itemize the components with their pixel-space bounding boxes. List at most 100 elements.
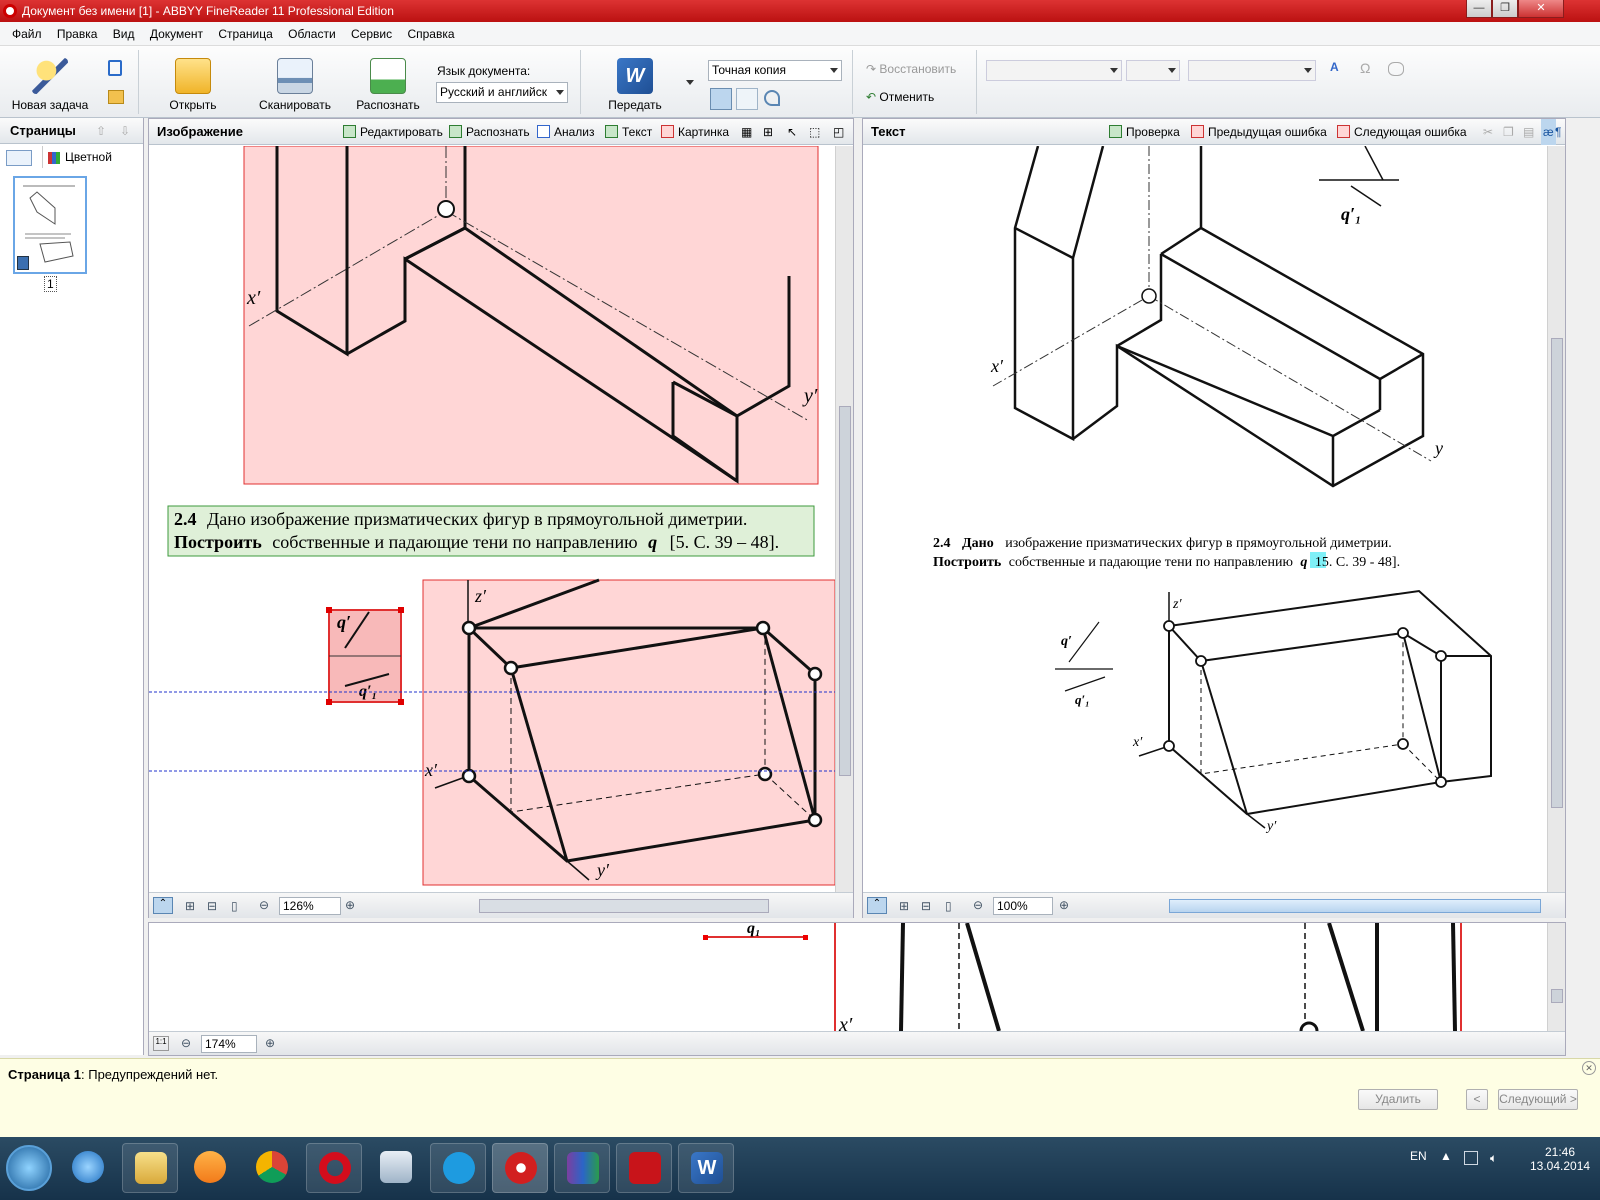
recognize-tool[interactable]: Распознать (449, 119, 530, 145)
grid-icon[interactable]: ⊞ (763, 119, 773, 145)
font-name-select[interactable] (1188, 60, 1316, 81)
taskbar-ie[interactable] (60, 1143, 116, 1193)
zoom-out-icon[interactable]: ⊖ (181, 1036, 191, 1050)
taskbar-explorer[interactable] (122, 1143, 178, 1193)
fit-width-icon[interactable]: ⊟ (921, 899, 931, 913)
folder-small-icon[interactable] (108, 90, 124, 104)
menu-file[interactable]: Файл (6, 22, 48, 46)
page-thumbnail[interactable] (13, 176, 87, 274)
zoom-canvas[interactable]: q₁ x′ (149, 923, 1547, 1031)
doc-language-select[interactable]: Русский и английск (436, 82, 568, 103)
previous-warning-button[interactable]: < (1466, 1089, 1488, 1110)
font-size-select[interactable] (1126, 60, 1180, 81)
taskbar-opera[interactable] (306, 1143, 362, 1193)
fit-page-icon[interactable]: ⊞ (185, 899, 195, 913)
special-char-icon[interactable]: Ω (1360, 60, 1370, 76)
volume-icon[interactable]: 🔈︎ (1490, 1151, 1497, 1166)
zoom-in-icon[interactable]: ⊕ (345, 898, 355, 912)
text-vertical-scrollbar[interactable] (1547, 146, 1565, 892)
taskbar-finereader[interactable] (492, 1143, 548, 1193)
text-color-icon[interactable]: A (1330, 60, 1339, 74)
send-dropdown-icon[interactable] (686, 80, 694, 85)
menu-help[interactable]: Справка (401, 22, 460, 46)
collapse-up-icon[interactable]: ⌃ (867, 897, 887, 914)
abbyy-app-icon[interactable] (3, 4, 17, 18)
maximize-button[interactable]: ❐ (1492, 0, 1518, 18)
scan-button[interactable]: Сканировать (250, 58, 340, 112)
minimize-button[interactable]: — (1466, 0, 1492, 18)
show-hidden-icons[interactable]: ▲ (1440, 1149, 1452, 1163)
text-canvas[interactable]: q′₁ x′ y 2.4 Дано изображение призматиче… (863, 146, 1547, 892)
menu-document[interactable]: Документ (144, 22, 209, 46)
fit-height-icon[interactable]: ▯ (945, 899, 952, 913)
next-error-tool[interactable]: Следующая ошибка (1337, 119, 1467, 145)
taskbar-media-player[interactable] (182, 1143, 238, 1193)
menu-view[interactable]: Вид (107, 22, 141, 46)
text-zoom-select[interactable]: 100% (993, 897, 1053, 915)
select-area-icon[interactable]: ⬚ (809, 119, 820, 145)
new-document-icon[interactable] (108, 60, 122, 76)
text-horizontal-scroll-thumb[interactable] (1169, 899, 1541, 913)
picture-area-tool[interactable]: Картинка (661, 119, 729, 145)
analyze-tool[interactable]: Анализ (537, 119, 595, 145)
taskbar-calculator[interactable] (368, 1143, 424, 1193)
taskbar-acrobat[interactable] (616, 1143, 672, 1193)
zoom-out-icon[interactable]: ⊖ (259, 898, 269, 912)
network-icon[interactable] (1464, 1151, 1478, 1165)
actual-size-icon[interactable]: 1:1 (153, 1036, 169, 1051)
taskbar-winrar[interactable] (554, 1143, 610, 1193)
taskbar-word[interactable]: W (678, 1143, 734, 1193)
page-up-icon[interactable]: ⇧ (96, 118, 106, 144)
keyboard-language[interactable]: EN (1410, 1149, 1427, 1163)
clock[interactable]: 21:46 13.04.2014 (1530, 1145, 1590, 1173)
show-errors-icon[interactable]: æ (1541, 119, 1556, 145)
recognize-button[interactable]: Распознать (352, 58, 424, 112)
open-button[interactable]: Открыть (160, 58, 226, 112)
paste-icon[interactable]: ▤ (1523, 119, 1534, 145)
menu-areas[interactable]: Области (282, 22, 342, 46)
image-horizontal-scroll-thumb[interactable] (479, 899, 769, 913)
options-wrench-icon[interactable] (764, 90, 780, 106)
undo-button[interactable]: ↶ Отменить (866, 90, 934, 104)
menu-tools[interactable]: Сервис (345, 22, 398, 46)
start-button[interactable] (6, 1145, 52, 1191)
fit-height-icon[interactable]: ▯ (231, 899, 238, 913)
close-button[interactable]: ✕ (1518, 0, 1564, 18)
collapse-up-icon[interactable]: ⌃ (153, 897, 173, 914)
color-mode-label[interactable]: Цветной (65, 150, 112, 164)
new-task-button[interactable]: Новая задача (10, 58, 90, 112)
table-area-icon[interactable]: ▦ (741, 119, 752, 145)
spellcheck-tool[interactable]: Проверка (1109, 119, 1180, 145)
pointer-icon[interactable]: ↖ (787, 119, 797, 145)
scroll-thumb[interactable] (1551, 989, 1563, 1003)
scroll-thumb[interactable] (1551, 338, 1563, 808)
restore-button[interactable]: ↷ Восстановить (866, 62, 956, 76)
menu-page[interactable]: Страница (212, 22, 278, 46)
image-canvas[interactable]: x′ y′ 2.4 Дано изображение призматически… (149, 146, 835, 891)
edit-tool[interactable]: Редактировать (343, 119, 443, 145)
zoom-in-icon[interactable]: ⊕ (265, 1036, 275, 1050)
copy-icon[interactable]: ❐ (1503, 119, 1514, 145)
layout-view-icon[interactable] (710, 88, 732, 110)
image-vertical-scrollbar[interactable] (835, 146, 853, 892)
image-zoom-select[interactable]: 126% (279, 897, 341, 915)
resize-area-icon[interactable]: ◰ (833, 119, 844, 145)
fit-width-icon[interactable]: ⊟ (207, 899, 217, 913)
zoom-pane-zoom-select[interactable]: 174% (201, 1035, 257, 1053)
close-warnings-icon[interactable]: ✕ (1582, 1061, 1596, 1075)
text-view-icon[interactable] (736, 88, 758, 110)
text-area-tool[interactable]: Текст (605, 119, 652, 145)
previous-error-tool[interactable]: Предыдущая ошибка (1191, 119, 1327, 145)
pilcrow-icon[interactable]: ¶ (1555, 119, 1561, 145)
zoom-out-icon[interactable]: ⊖ (973, 898, 983, 912)
zoom-in-icon[interactable]: ⊕ (1059, 898, 1069, 912)
zoom-vertical-scrollbar[interactable] (1547, 923, 1565, 1031)
next-warning-button[interactable]: Следующий > (1498, 1089, 1578, 1110)
cut-icon[interactable]: ✂ (1483, 119, 1493, 145)
view-mode-icon[interactable] (6, 150, 32, 166)
scroll-thumb[interactable] (839, 406, 851, 776)
font-style-select[interactable] (986, 60, 1122, 81)
binoculars-icon[interactable] (1388, 62, 1404, 76)
taskbar-chrome[interactable] (244, 1143, 300, 1193)
taskbar-skype[interactable] (430, 1143, 486, 1193)
